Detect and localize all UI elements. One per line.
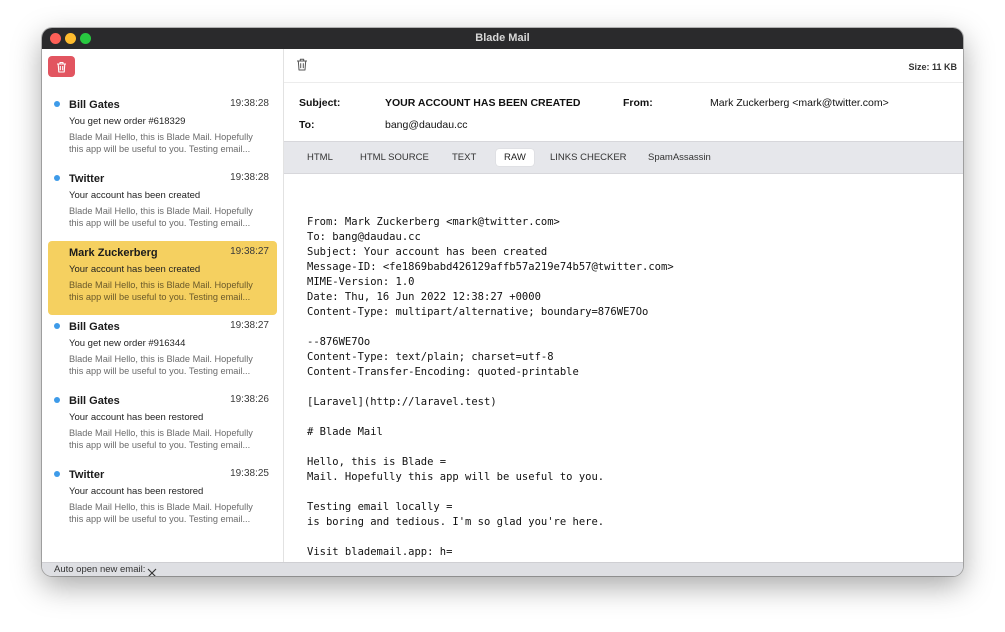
email-preview-line: this app will be useful to you. Testing … xyxy=(69,440,251,450)
window-title: Blade Mail xyxy=(475,32,530,44)
email-time: 19:38:28 xyxy=(230,98,269,109)
email-subject: Your account has been restored xyxy=(69,486,204,497)
email-sender: Twitter xyxy=(69,469,105,481)
email-subject: Your account has been created xyxy=(69,190,201,201)
email-time: 19:38:28 xyxy=(230,172,269,183)
email-list: Bill Gates 19:38:28 You get new order #6… xyxy=(42,93,283,537)
trash-icon xyxy=(57,61,66,73)
email-preview: Blade Mail Hello, this is Blade Mail. Ho… xyxy=(69,427,265,451)
email-sender: Bill Gates xyxy=(69,99,120,111)
email-preview-line: Blade Mail Hello, this is Blade Mail. Ho… xyxy=(69,354,253,364)
email-preview-line: Blade Mail Hello, this is Blade Mail. Ho… xyxy=(69,132,253,142)
email-list-item[interactable]: Bill Gates 19:38:27 You get new order #9… xyxy=(48,315,277,389)
email-preview: Blade Mail Hello, this is Blade Mail. Ho… xyxy=(69,279,265,303)
unread-indicator xyxy=(54,101,60,107)
email-sidebar: Bill Gates 19:38:28 You get new order #6… xyxy=(42,49,284,562)
email-sender: Mark Zuckerberg xyxy=(69,247,158,259)
view-tabs: HTML HTML SOURCE TEXT RAW LINKS CHECKER … xyxy=(284,141,963,174)
to-value: bang@daudau.cc xyxy=(385,119,468,131)
auto-open-toggle[interactable] xyxy=(147,565,157,576)
close-x-icon xyxy=(147,568,157,576)
delete-email-button[interactable] xyxy=(296,58,308,76)
subject-value: YOUR ACCOUNT HAS BEEN CREATED xyxy=(385,97,581,109)
email-subject: You get new order #916344 xyxy=(69,338,186,349)
email-list-item-selected[interactable]: Mark Zuckerberg 19:38:27 Your account ha… xyxy=(48,241,277,315)
unread-indicator xyxy=(54,471,60,477)
email-list-item[interactable]: Bill Gates 19:38:28 You get new order #6… xyxy=(48,93,277,167)
email-preview-line: this app will be useful to you. Testing … xyxy=(69,292,251,302)
email-preview: Blade Mail Hello, this is Blade Mail. Ho… xyxy=(69,131,265,155)
status-bar: Auto open new email: xyxy=(42,562,963,576)
title-bar: Blade Mail xyxy=(42,28,963,49)
message-pane: Size: 11 KB Subject: YOUR ACCOUNT HAS BE… xyxy=(284,49,963,573)
app-window: Blade Mail Bill Gates 19:38:28 You get n… xyxy=(42,28,963,576)
delete-all-button[interactable] xyxy=(48,56,75,77)
email-sender: Bill Gates xyxy=(69,395,120,407)
auto-open-label: Auto open new email: xyxy=(54,564,146,575)
email-time: 19:38:25 xyxy=(230,468,269,479)
to-label: To: xyxy=(299,119,315,131)
subject-label: Subject: xyxy=(299,97,341,109)
email-preview-line: Blade Mail Hello, this is Blade Mail. Ho… xyxy=(69,280,253,290)
email-preview-line: this app will be useful to you. Testing … xyxy=(69,144,251,154)
email-preview-line: this app will be useful to you. Testing … xyxy=(69,218,251,228)
from-label: From: xyxy=(623,97,653,109)
tab-spamassassin[interactable]: SpamAssassin xyxy=(640,149,719,166)
email-subject: Your account has been created xyxy=(69,264,201,275)
unread-indicator xyxy=(54,175,60,181)
email-sender: Bill Gates xyxy=(69,321,120,333)
email-preview-line: Blade Mail Hello, this is Blade Mail. Ho… xyxy=(69,502,253,512)
trash-icon xyxy=(297,58,307,71)
email-subject: Your account has been restored xyxy=(69,412,204,423)
email-subject: You get new order #618329 xyxy=(69,116,186,127)
unread-indicator xyxy=(54,323,60,329)
email-time: 19:38:26 xyxy=(230,394,269,405)
tab-raw[interactable]: RAW xyxy=(496,149,534,166)
unread-indicator xyxy=(54,397,60,403)
tab-text[interactable]: TEXT xyxy=(444,149,484,166)
email-list-item[interactable]: Twitter 19:38:25 Your account has been r… xyxy=(48,463,277,537)
email-time: 19:38:27 xyxy=(230,246,269,257)
tab-links-checker[interactable]: LINKS CHECKER xyxy=(542,149,635,166)
email-sender: Twitter xyxy=(69,173,105,185)
email-preview-line: this app will be useful to you. Testing … xyxy=(69,366,251,376)
email-list-item[interactable]: Twitter 19:38:28 Your account has been c… xyxy=(48,167,277,241)
tab-html[interactable]: HTML xyxy=(299,149,341,166)
message-toolbar: Size: 11 KB xyxy=(284,49,963,83)
email-preview-line: this app will be useful to you. Testing … xyxy=(69,514,251,524)
tab-html-source[interactable]: HTML SOURCE xyxy=(352,149,437,166)
email-time: 19:38:27 xyxy=(230,320,269,331)
email-preview: Blade Mail Hello, this is Blade Mail. Ho… xyxy=(69,205,265,229)
email-list-item[interactable]: Bill Gates 19:38:26 Your account has bee… xyxy=(48,389,277,463)
email-size: Size: 11 KB xyxy=(908,62,957,72)
email-preview-line: Blade Mail Hello, this is Blade Mail. Ho… xyxy=(69,206,253,216)
email-preview: Blade Mail Hello, this is Blade Mail. Ho… xyxy=(69,501,265,525)
email-preview: Blade Mail Hello, this is Blade Mail. Ho… xyxy=(69,353,265,377)
from-value: Mark Zuckerberg <mark@twitter.com> xyxy=(710,97,889,109)
email-preview-line: Blade Mail Hello, this is Blade Mail. Ho… xyxy=(69,428,253,438)
raw-message-content: From: Mark Zuckerberg <mark@twitter.com>… xyxy=(307,216,674,573)
